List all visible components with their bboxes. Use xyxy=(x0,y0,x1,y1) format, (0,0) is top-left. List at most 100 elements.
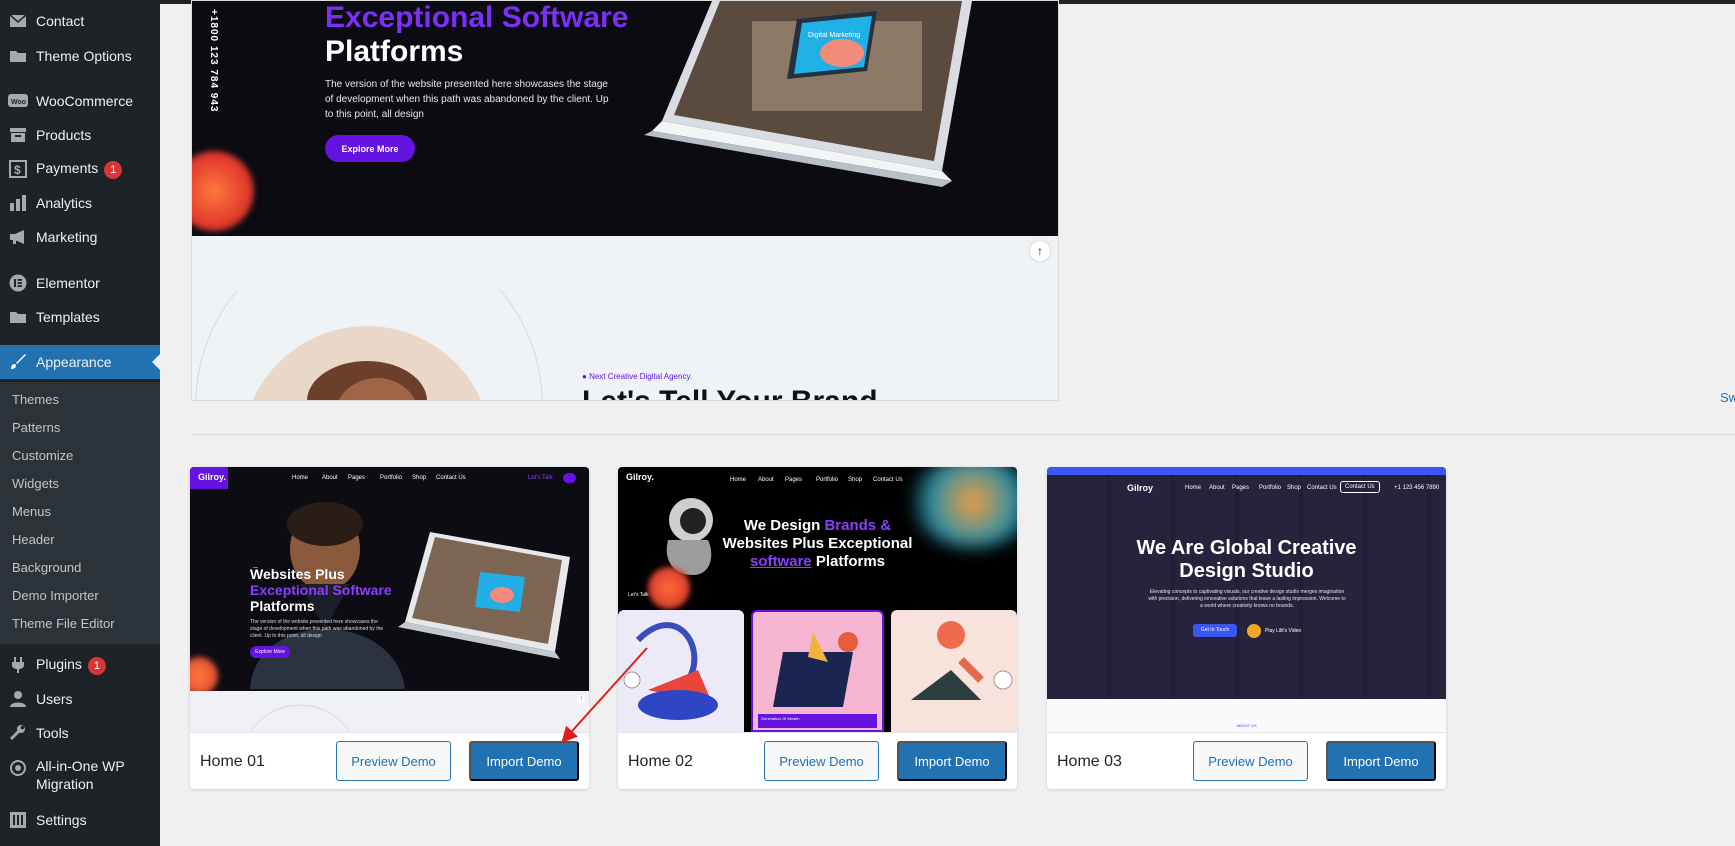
sidebar-item-marketing[interactable]: Marketing xyxy=(0,220,160,254)
explore-more-button[interactable]: Explore More xyxy=(325,135,415,162)
sidebar-item-settings[interactable]: Settings xyxy=(0,803,160,837)
sidebar-item-label: Theme Options xyxy=(36,48,132,64)
import-demo-button[interactable]: Import Demo xyxy=(897,741,1007,781)
sidebar-item-payments[interactable]: $ Payments 1 xyxy=(0,152,160,186)
thumb-nav-item: Home xyxy=(730,477,747,483)
thumb-nav-item: About xyxy=(758,477,774,483)
thumb-title-line3: Platforms xyxy=(250,598,315,614)
sidebar-item-woocommerce[interactable]: Woo WooCommerce xyxy=(0,84,160,118)
thumb-circle-decoration xyxy=(249,704,351,732)
thumb-nav-item: Shop xyxy=(1287,485,1302,491)
decorative-blob xyxy=(190,657,218,695)
sidebar-item-elementor[interactable]: Elementor xyxy=(0,266,160,300)
sidebar-item-label: Tools xyxy=(36,725,69,741)
sidebar-item-contact[interactable]: Contact xyxy=(0,4,160,38)
preview-demo-button[interactable]: Preview Demo xyxy=(764,741,879,781)
hero-title-line2: Platforms xyxy=(325,35,464,68)
sidebar-item-appearance[interactable]: Appearance xyxy=(0,345,160,379)
illustration-image xyxy=(911,621,1013,700)
sidebar-item-label: Marketing xyxy=(36,229,98,245)
thumb-nav-item: About xyxy=(322,475,338,481)
thumb-description: Elevating concepts to captivating visual… xyxy=(1148,589,1346,609)
sidebar-item-products[interactable]: Products xyxy=(0,118,160,152)
demo-card-home-01: Gilroy. Home About Pages Portfolio Shop … xyxy=(190,467,589,789)
thumb-contact-button: Contact Us xyxy=(1340,481,1380,493)
sidebar-item-theme-options[interactable]: Theme Options xyxy=(0,39,160,73)
thumb-nav-item: Home xyxy=(292,475,309,481)
thumb-title-line3: software Platforms xyxy=(618,553,1017,570)
hero-title-line1: Exceptional Software xyxy=(325,1,629,34)
submenu-item-demo-importer[interactable]: Demo Importer xyxy=(12,588,99,603)
thumb-logo: Gilroy xyxy=(1127,483,1154,493)
thumb-description: The version of the website presented her… xyxy=(250,619,384,639)
demo-name: Home 01 xyxy=(200,753,265,770)
sidebar-item-all-in-one-wp-migration[interactable]: All-in-One WP Migration xyxy=(0,752,160,798)
sidebar-item-analytics[interactable]: Analytics xyxy=(0,186,160,220)
card-footer: Home 03 Preview Demo Import Demo xyxy=(1047,732,1446,789)
thumb-talk-label: Let's Talk xyxy=(628,592,649,598)
thumb-button: Explore More xyxy=(250,646,290,658)
decorative-blob xyxy=(648,567,690,609)
submenu-item-header[interactable]: Header xyxy=(12,532,55,547)
illustration-tile-2: Generation Of Wealth xyxy=(751,610,884,732)
demo-card-home-02: Gilroy. Home About Pages Portfolio Shop … xyxy=(618,467,1017,789)
thumb-title-line1: We Are Global Creative xyxy=(1136,537,1357,559)
preview-demo-button[interactable]: Preview Demo xyxy=(336,741,451,781)
section-divider xyxy=(191,434,1735,435)
agency-tag-text: Next Creative Digital Agency. xyxy=(589,372,693,381)
submenu-item-customize[interactable]: Customize xyxy=(12,448,73,463)
wrench-icon xyxy=(8,723,28,743)
thumb-lower-section: ↑ xyxy=(190,691,589,732)
thumb-title-line2: Exceptional Software xyxy=(250,582,392,598)
sidebar-item-label: Payments xyxy=(36,160,99,177)
import-demo-button[interactable]: Import Demo xyxy=(469,741,579,781)
hero-phone: +1800 123 784 943 xyxy=(208,9,219,113)
user-icon xyxy=(8,689,28,709)
decorative-blob xyxy=(192,151,254,231)
import-demo-button[interactable]: Import Demo xyxy=(1326,741,1436,781)
admin-sidebar: Contact Theme Options Woo WooCommerce Pr… xyxy=(0,0,160,846)
submenu-item-menus[interactable]: Menus xyxy=(12,504,51,519)
thumb-nav-item: Portfolio xyxy=(380,475,403,481)
thumb-video-label: Play Lilit's Video xyxy=(1265,628,1302,634)
brush-icon xyxy=(8,352,28,372)
thumb-title-accent: software xyxy=(749,553,812,570)
appearance-submenu: Themes Patterns Customize Widgets Menus … xyxy=(0,382,160,644)
demo-name: Home 03 xyxy=(1057,753,1122,770)
thumb-scroll-top-icon: ↑ xyxy=(577,695,585,703)
submenu-item-widgets[interactable]: Widgets xyxy=(12,476,59,491)
scroll-to-top-icon[interactable]: ↑ xyxy=(1030,241,1050,261)
submenu-item-patterns[interactable]: Patterns xyxy=(12,420,60,435)
update-count-badge: 1 xyxy=(104,160,123,179)
submenu-item-theme-file-editor[interactable]: Theme File Editor xyxy=(12,616,115,631)
thumb-overlay xyxy=(1047,475,1446,699)
laptop-image: Digital Marketing xyxy=(644,1,972,187)
sidebar-item-users[interactable]: Users xyxy=(0,682,160,716)
thumb-nav-item: Shop xyxy=(412,475,427,481)
preview-demo-button[interactable]: Preview Demo xyxy=(1193,741,1308,781)
demo-thumbnail[interactable]: Gilroy. Home About Pages Portfolio Shop … xyxy=(618,467,1017,732)
side-link[interactable]: Sw xyxy=(1720,390,1735,405)
thumb-nav-item: Contact Us xyxy=(873,477,903,483)
submenu-item-themes[interactable]: Themes xyxy=(12,392,59,407)
demo-thumbnail[interactable]: Gilroy Home About Pages Portfolio Shop C… xyxy=(1047,467,1446,732)
submenu-item-background[interactable]: Background xyxy=(12,560,81,575)
thumb-title-part: Platforms xyxy=(811,553,886,570)
hero-description: The version of the website presented her… xyxy=(325,79,609,120)
bar-chart-icon xyxy=(8,193,28,213)
demo-thumbnail[interactable]: Gilroy. Home About Pages Portfolio Shop … xyxy=(190,467,589,732)
thumb-menu-icon xyxy=(563,473,576,483)
sidebar-item-tools[interactable]: Tools xyxy=(0,716,160,750)
thumb-topbar xyxy=(1047,467,1446,475)
archive-icon xyxy=(8,125,28,145)
sidebar-item-label: Templates xyxy=(36,309,100,325)
thumb-title-accent: Brands & xyxy=(824,517,892,534)
sidebar-item-plugins[interactable]: Plugins 1 xyxy=(0,648,160,682)
theme-preview-frame[interactable]: +1800 123 784 943 Exceptional Software P… xyxy=(191,0,1059,401)
agency-tag: ● Next Creative Digital Agency. xyxy=(582,372,693,381)
migration-icon xyxy=(8,758,28,778)
sidebar-item-templates[interactable]: Templates xyxy=(0,300,160,334)
demo-card-home-03: Gilroy Home About Pages Portfolio Shop C… xyxy=(1047,467,1446,789)
preview-hero: +1800 123 784 943 Exceptional Software P… xyxy=(192,1,1058,236)
main-content: +1800 123 784 943 Exceptional Software P… xyxy=(160,0,1735,846)
